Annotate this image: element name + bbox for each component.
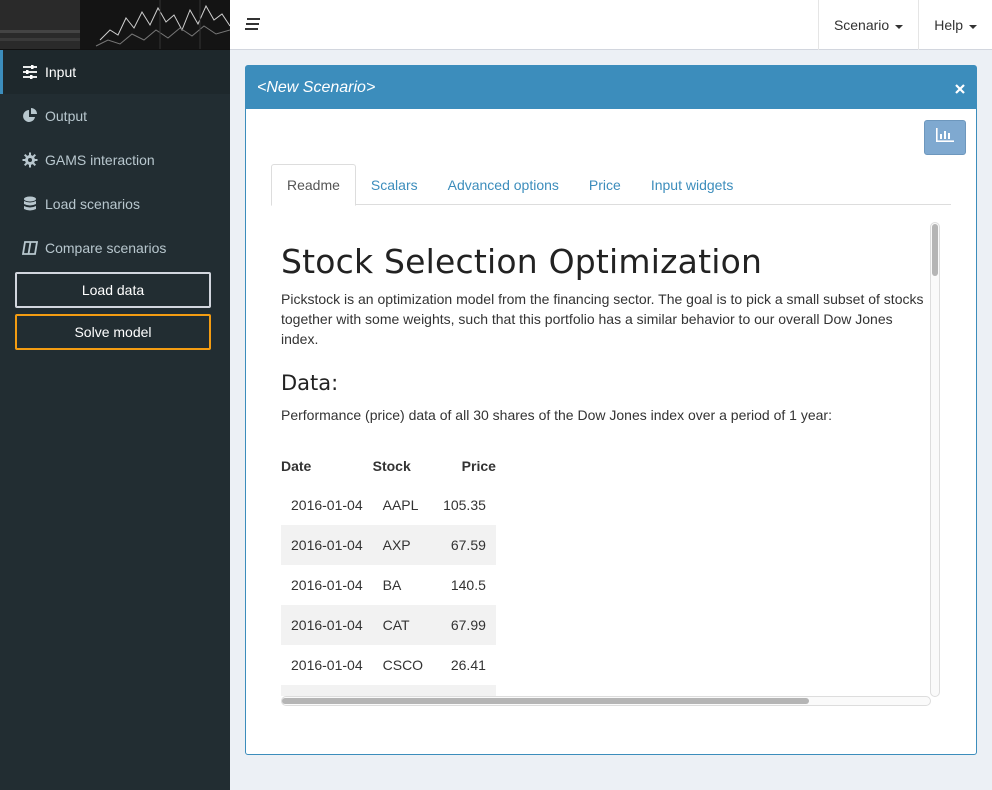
table-header-row: Date Stock Price xyxy=(281,447,496,485)
cell-date: 2016-01-04 xyxy=(291,497,363,513)
chart-view-button[interactable] xyxy=(924,120,966,155)
data-description: Performance (price) data of all 30 share… xyxy=(281,407,832,423)
cell-price: 26.41 xyxy=(450,657,486,673)
table-row: 2016-01-04 AAPL 105.35 xyxy=(281,485,496,525)
solve-model-button[interactable]: Solve model xyxy=(15,314,211,350)
price-table: Date Stock Price 2016-01-04 AAPL 105.35 … xyxy=(281,447,496,696)
readme-description: Pickstock is an optimization model from … xyxy=(281,291,924,347)
sidebar: Input Output GAMS interaction Load scena… xyxy=(0,0,230,790)
scenario-box: <New Scenario> Readme Scalars Advanced o… xyxy=(245,65,977,755)
table-row xyxy=(281,685,496,696)
columns-icon xyxy=(21,240,39,256)
readme-content[interactable]: Stock Selection Optimization Pickstock i… xyxy=(281,224,936,696)
sidebar-item-label: GAMS interaction xyxy=(45,152,155,168)
vertical-scrollbar[interactable] xyxy=(930,222,940,697)
tab-scalars[interactable]: Scalars xyxy=(356,164,433,205)
tab-input-widgets[interactable]: Input widgets xyxy=(636,164,749,205)
horizontal-scrollbar-thumb[interactable] xyxy=(282,698,809,704)
scenario-dropdown-label: Scenario xyxy=(833,17,890,33)
sliders-icon xyxy=(21,64,39,80)
app-logo-banner[interactable] xyxy=(0,0,230,50)
table-row: 2016-01-04 AXP 67.59 xyxy=(281,525,496,565)
sidebar-item-load-scenarios[interactable]: Load scenarios xyxy=(0,182,230,226)
tab-advanced-options[interactable]: Advanced options xyxy=(433,164,574,205)
cell-stock xyxy=(372,685,434,696)
sidebar-item-label: Input xyxy=(45,64,77,80)
cell-stock: CAT xyxy=(372,605,434,645)
cell-price xyxy=(433,685,496,696)
cell-price: 105.35 xyxy=(443,497,486,513)
cell-date: 2016-01-04 xyxy=(291,577,363,593)
table-row: 2016-01-04 CAT 67.99 xyxy=(281,605,496,645)
tab-readme[interactable]: Readme xyxy=(271,164,356,206)
input-tabs: Readme Scalars Advanced options Price In… xyxy=(271,164,951,206)
caret-down-icon xyxy=(969,24,977,29)
vertical-scrollbar-thumb[interactable] xyxy=(932,224,938,276)
sidebar-toggle-icon[interactable] xyxy=(245,17,261,31)
column-header-price: Price xyxy=(461,458,496,474)
data-heading: Data: xyxy=(281,371,339,395)
sidebar-menu: Input Output GAMS interaction Load scena… xyxy=(0,50,230,270)
sidebar-item-gams-interaction[interactable]: GAMS interaction xyxy=(0,138,230,182)
scenario-dropdown[interactable]: Scenario xyxy=(817,0,918,50)
cell-price: 67.99 xyxy=(433,605,496,645)
cell-date xyxy=(281,685,373,696)
cell-stock: AXP xyxy=(372,525,434,565)
sidebar-item-label: Compare scenarios xyxy=(45,240,167,256)
column-header-stock: Stock xyxy=(372,458,411,474)
cell-date: 2016-01-04 xyxy=(291,657,363,673)
cell-date: 2016-01-04 xyxy=(281,605,373,645)
column-header-date: Date xyxy=(281,458,312,474)
close-icon[interactable] xyxy=(954,82,966,94)
caret-down-icon xyxy=(895,24,904,29)
cell-stock: BA xyxy=(382,577,402,593)
horizontal-scrollbar[interactable] xyxy=(281,696,931,706)
table-row: 2016-01-04 BA 140.5 xyxy=(281,565,496,605)
cell-price: 67.59 xyxy=(433,525,496,565)
sidebar-item-label: Load scenarios xyxy=(45,196,140,212)
chart-icon xyxy=(936,128,954,147)
pie-chart-icon xyxy=(21,108,39,124)
sidebar-item-input[interactable]: Input xyxy=(0,50,230,94)
table-row: 2016-01-04 CSCO 26.41 xyxy=(281,645,496,685)
box-header: <New Scenario> xyxy=(246,66,976,109)
scenario-title: <New Scenario> xyxy=(257,78,376,96)
cell-date: 2016-01-04 xyxy=(281,525,373,565)
readme-title: Stock Selection Optimization xyxy=(281,242,763,281)
sidebar-item-output[interactable]: Output xyxy=(0,94,230,138)
database-icon xyxy=(21,196,39,212)
top-navbar: Scenario Help xyxy=(230,0,992,50)
navbar-right: Scenario Help xyxy=(817,0,992,50)
load-data-button[interactable]: Load data xyxy=(15,272,211,308)
cell-price: 140.5 xyxy=(450,577,486,593)
cell-stock: AAPL xyxy=(382,497,419,513)
cell-stock: CSCO xyxy=(382,657,424,673)
help-dropdown[interactable]: Help xyxy=(918,0,992,50)
help-dropdown-label: Help xyxy=(934,17,963,33)
sidebar-item-compare-scenarios[interactable]: Compare scenarios xyxy=(0,226,230,270)
sidebar-item-label: Output xyxy=(45,108,88,124)
tab-price[interactable]: Price xyxy=(574,164,636,205)
gear-icon xyxy=(21,152,39,168)
